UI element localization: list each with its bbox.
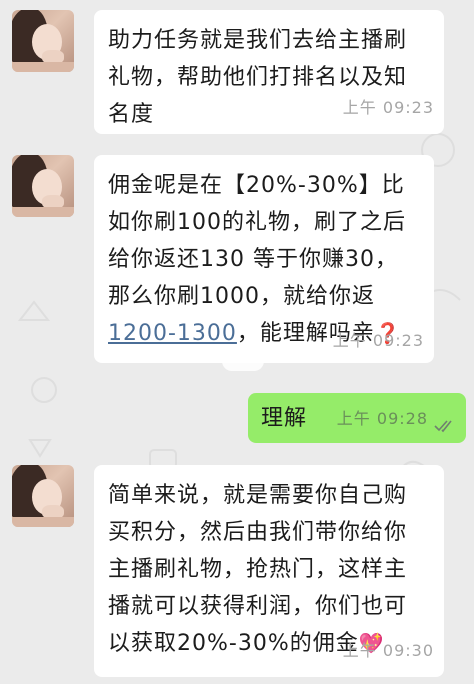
contact-avatar[interactable] — [12, 465, 74, 527]
contact-avatar[interactable] — [12, 10, 74, 72]
message-bubble[interactable]: 佣金呢是在【20%-30%】比 如你刷100的礼物，刷了之后 给你返还130 等… — [94, 155, 434, 363]
contact-avatar[interactable] — [12, 155, 74, 217]
message-time: 上午 09:30 — [342, 641, 434, 660]
number-link[interactable]: 1200-1300 — [108, 321, 237, 346]
message-time: 上午 09:28 — [336, 409, 428, 428]
message-bubble[interactable]: 助力任务就是我们去给主播刷 礼物，帮助他们打排名以及知 名度 上午 09:23 — [94, 10, 444, 134]
message-bubble[interactable]: 简单来说，就是需要你自己购 买积分，然后由我们带你给你 主播刷礼物，抢热门，这样… — [94, 465, 444, 677]
my-message-bubble[interactable]: 理解 上午 09:28 — [248, 393, 466, 443]
scroll-indicator[interactable] — [222, 351, 264, 371]
message-time: 上午 09:23 — [342, 98, 434, 117]
double-check-icon — [434, 420, 452, 433]
message-time: 上午 09:23 — [332, 331, 424, 350]
